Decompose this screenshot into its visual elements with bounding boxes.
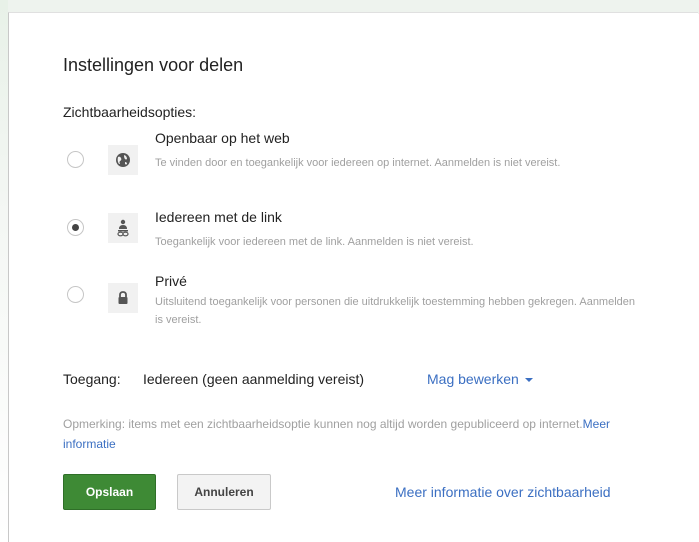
access-level-label: Mag bewerken [427,371,519,387]
option-title: Privé [155,273,187,289]
option-description: Toegankelijk voor iedereen met de link. … [155,236,474,248]
more-info-visibility-link[interactable]: Meer informatie over zichtbaarheid [395,484,611,500]
person-link-icon [108,213,138,243]
background-left [0,0,8,542]
caret-down-icon [524,378,533,383]
access-level-dropdown[interactable]: Mag bewerken [427,371,533,387]
lock-icon [108,283,138,313]
visibility-note: Opmerking: items met een zichtbaarheidso… [63,414,623,454]
radio-anyone-with-link[interactable] [67,219,84,236]
save-button[interactable]: Opslaan [63,474,156,510]
radio-private[interactable] [67,286,84,303]
visibility-options-label: Zichtbaarheidsopties: [63,104,197,120]
access-label: Toegang: [63,371,121,387]
option-description: Te vinden door en toegankelijk voor iede… [155,157,561,169]
access-value: Iedereen (geen aanmelding vereist) [143,371,365,387]
radio-public[interactable] [67,151,84,168]
globe-icon [108,145,138,175]
radio-selected-dot [72,224,79,231]
sharing-settings-dialog: Instellingen voor delen Zichtbaarheidsop… [8,12,698,542]
option-description: Uitsluitend toegankelijk voor personen d… [155,296,636,326]
dialog-title: Instellingen voor delen [63,55,244,75]
note-text: Opmerking: items met een zichtbaarheidso… [63,417,583,431]
option-title: Iedereen met de link [155,209,282,225]
cancel-button[interactable]: Annuleren [177,474,271,510]
option-title: Openbaar op het web [155,130,290,146]
